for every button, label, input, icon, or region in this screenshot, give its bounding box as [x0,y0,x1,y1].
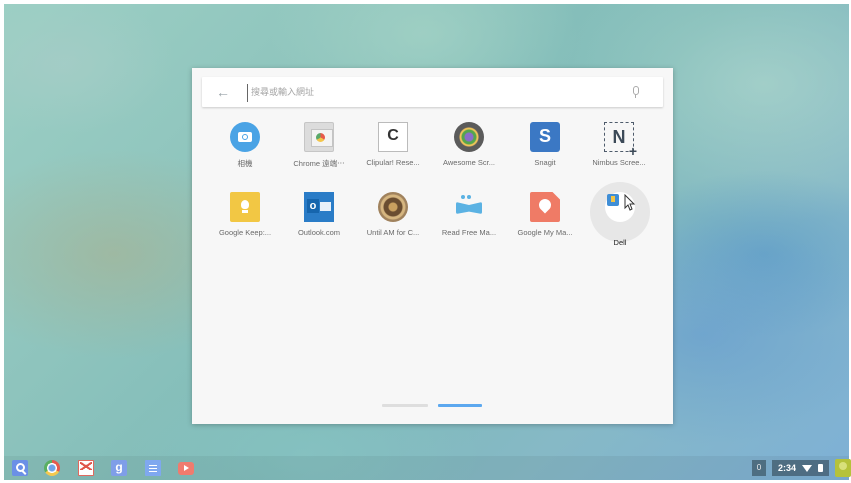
app-label: Snagit [534,158,556,167]
google-docs-icon[interactable] [145,460,161,476]
page-indicator-2[interactable] [438,404,482,407]
app-label: Google My Ma... [517,228,573,237]
app-label: Awesome Scr... [443,158,495,167]
status-area[interactable]: 2:34 [772,460,830,476]
google-my-maps-icon [530,192,560,222]
battery-icon [818,464,824,472]
app-tile-snagit[interactable]: Snagit [510,122,580,167]
notification-count[interactable]: 0 [752,460,766,476]
app-tile-nimbus-screenshot[interactable]: Nimbus Scree... [584,122,654,167]
app-tile-awesome-screenshot[interactable]: Awesome Scr... [434,122,504,167]
app-launcher-search-icon[interactable] [12,460,28,476]
app-label: Until AM for C... [366,228,420,237]
gmail-icon[interactable] [78,460,94,476]
system-tray[interactable]: 0 2:34 [752,459,851,477]
google-keep-icon [230,192,260,222]
app-label: Outlook.com [297,228,341,237]
chrome-icon[interactable] [44,460,60,476]
app-label: Clipular! Rese... [366,158,420,167]
wifi-icon [802,464,813,472]
app-tile-outlook[interactable]: Outlook.com [284,192,354,237]
shelf: 0 2:34 [4,456,851,480]
app-tile-dell[interactable]: Dell [585,182,655,247]
avatar[interactable] [835,459,851,477]
google-plus-icon[interactable] [111,460,127,476]
app-tile-google-keep[interactable]: Google Keep:... [210,192,280,237]
search-input[interactable] [247,84,633,102]
app-tile-until-am[interactable]: Until AM for C... [358,192,428,237]
app-launcher: ← 相機 Chrome 遠端⋯ Clipular! Rese... Awesom… [192,68,673,424]
clock: 2:34 [778,463,797,473]
chrome-remote-desktop-icon [304,122,334,152]
clipular-icon [378,122,408,152]
search-box: ← [202,77,663,107]
awesome-screenshot-icon [454,122,484,152]
youtube-icon[interactable] [178,462,194,475]
microphone-icon[interactable] [633,86,639,98]
app-tile-read-free-manga[interactable]: Read Free Ma... [434,192,504,237]
app-label: 相機 [237,159,253,168]
app-tile-camera[interactable]: 相機 [210,122,280,169]
app-tile-chrome-remote-desktop[interactable]: Chrome 遠端⋯ [284,122,354,169]
app-label: Chrome 遠端⋯ [293,159,345,168]
app-label: Dell [613,238,627,247]
camera-icon [230,122,260,152]
app-label: Google Keep:... [218,228,272,237]
back-arrow-icon[interactable]: ← [216,83,230,101]
app-label: Read Free Ma... [441,228,497,237]
nimbus-screenshot-icon [604,122,637,159]
app-label: Nimbus Scree... [592,158,646,167]
read-free-manga-icon [454,192,484,222]
page-indicator-1[interactable] [382,404,428,407]
app-tile-google-my-maps[interactable]: Google My Ma... [510,192,580,237]
app-tile-clipular[interactable]: Clipular! Rese... [358,122,428,167]
mouse-cursor-icon [624,194,636,211]
until-am-icon [378,192,408,222]
outlook-icon [304,192,334,222]
snagit-icon [530,122,560,152]
